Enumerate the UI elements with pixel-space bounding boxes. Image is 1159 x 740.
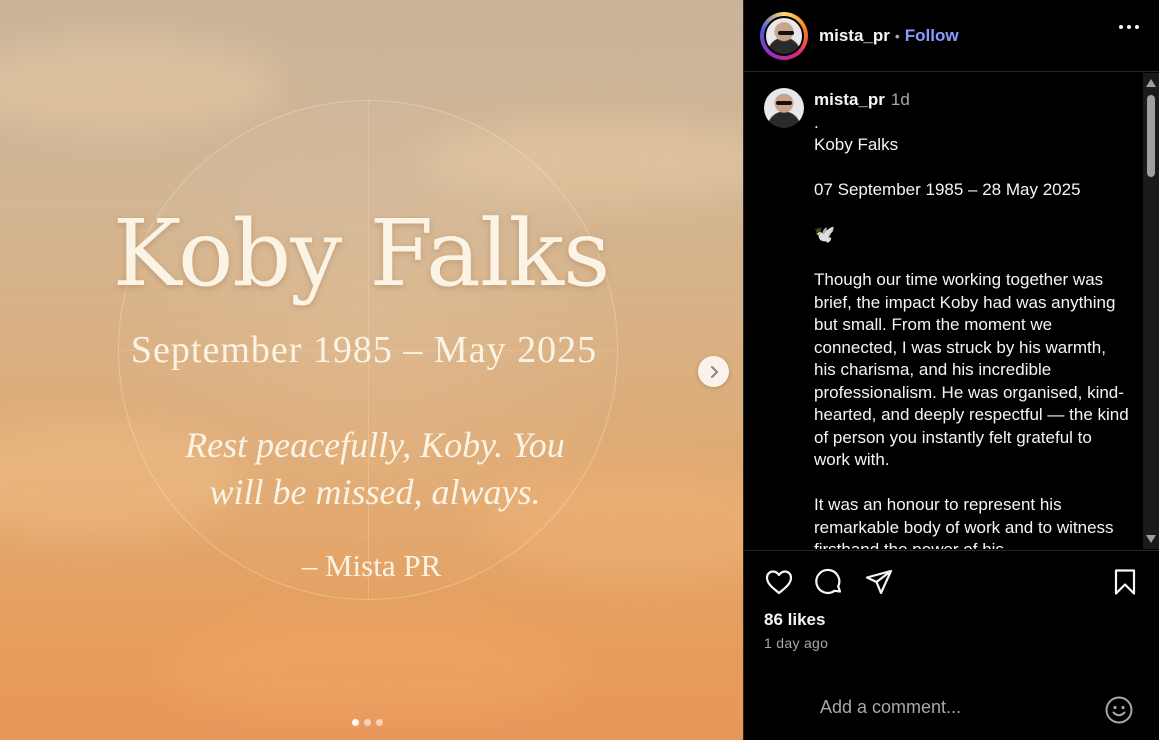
- memorial-dates: September 1985 – May 2025: [130, 329, 598, 371]
- scroll-down-arrow-icon[interactable]: [1146, 535, 1156, 543]
- carousel-dot: [376, 719, 383, 726]
- caption-line: It was an honour to represent his remark…: [814, 495, 1114, 549]
- scroll-up-arrow-icon[interactable]: [1146, 79, 1156, 87]
- emoji-icon[interactable]: [1104, 695, 1134, 725]
- story-ring[interactable]: [760, 11, 808, 60]
- caption-avatar[interactable]: [764, 88, 804, 128]
- comment-bar: [744, 681, 1159, 740]
- caption-scrollbar[interactable]: [1143, 73, 1159, 549]
- caption-line: [814, 247, 1130, 270]
- cloud: [160, 620, 580, 720]
- post-timestamp: 1 day ago: [764, 635, 829, 651]
- post-header: mista_pr • Follow: [744, 0, 1159, 72]
- cloud: [0, 40, 280, 130]
- caption-username[interactable]: mista_pr: [814, 90, 885, 109]
- heart-icon[interactable]: [764, 567, 794, 597]
- caption-line: Koby Falks: [814, 135, 899, 154]
- header-separator: •: [894, 27, 900, 44]
- caption-body: mista_pr 1d . Koby Falks 07 September 198…: [814, 89, 1130, 549]
- header-username[interactable]: mista_pr: [819, 26, 890, 46]
- caption-line: [814, 157, 1130, 180]
- avatar: [764, 15, 804, 56]
- carousel-dot: [352, 719, 359, 726]
- bookmark-icon[interactable]: [1110, 567, 1140, 597]
- post-details-panel: mista_pr • Follow mista_pr 1d . Koby Falk…: [743, 0, 1159, 740]
- caption-line: [814, 202, 1130, 225]
- share-icon[interactable]: [864, 567, 894, 597]
- next-slide-button[interactable]: [698, 356, 729, 387]
- caption-line: 🕊️: [814, 225, 836, 244]
- memorial-name: Koby Falks: [112, 200, 611, 307]
- caption-line: Though our time working together was bri…: [814, 270, 1134, 469]
- likes-count[interactable]: 86 likes: [764, 610, 825, 630]
- carousel-indicator: [352, 719, 383, 726]
- memorial-quote: Rest peacefully, Koby. You will be misse…: [185, 425, 565, 512]
- carousel-dot: [364, 719, 371, 726]
- comment-icon[interactable]: [814, 567, 844, 597]
- post-actions: 86 likes 1 day ago: [744, 550, 1159, 740]
- caption-line: [814, 472, 1130, 495]
- memorial-signature: – Mista PR: [301, 548, 442, 583]
- scrollbar-thumb[interactable]: [1147, 95, 1155, 177]
- caption-line: .: [814, 112, 819, 132]
- caption-scroll-area[interactable]: mista_pr 1d . Koby Falks 07 September 198…: [744, 73, 1144, 549]
- chevron-right-icon: [710, 365, 718, 378]
- more-options-icon[interactable]: [1119, 25, 1139, 29]
- follow-button[interactable]: Follow: [905, 26, 959, 46]
- action-icon-row: [764, 567, 1140, 597]
- comment-input[interactable]: [820, 697, 1090, 718]
- caption-time: 1d: [890, 90, 910, 109]
- post-media[interactable]: Koby Falks September 1985 – May 2025 Res…: [0, 0, 743, 740]
- caption-line: 07 September 1985 – 28 May 2025: [814, 180, 1081, 199]
